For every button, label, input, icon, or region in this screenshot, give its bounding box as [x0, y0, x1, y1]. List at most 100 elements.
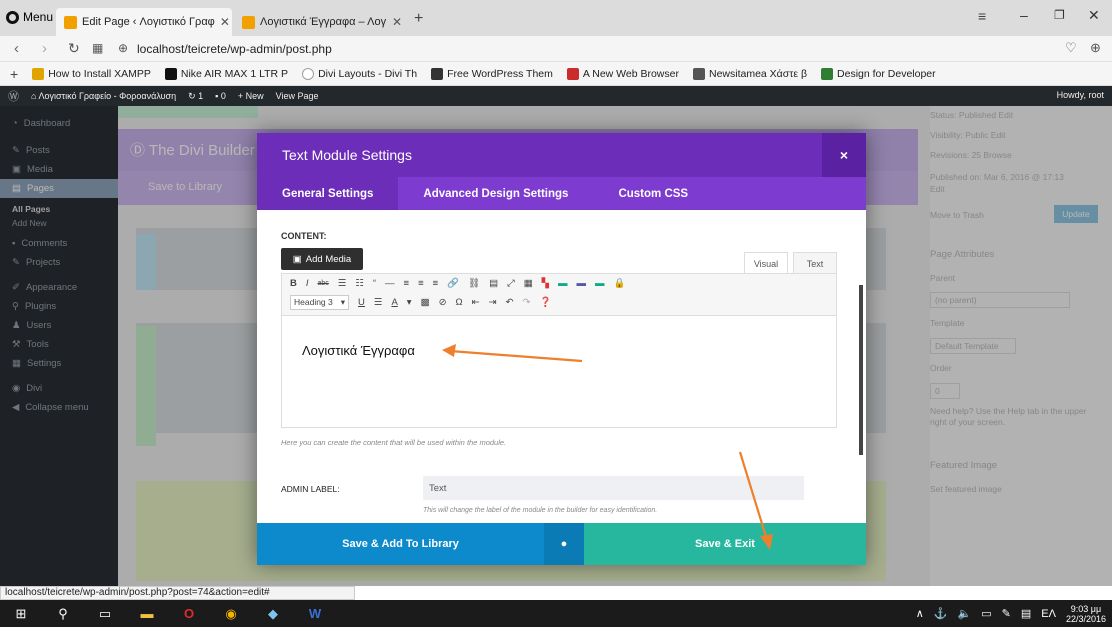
wordpress-logo-icon[interactable]: Ⓦ [8, 88, 19, 104]
redo-icon[interactable]: ↷ [523, 297, 531, 308]
bookmark-item[interactable]: Free WordPress Them [431, 67, 553, 80]
network-icon[interactable]: ⚓ [934, 607, 948, 620]
italic-icon[interactable]: I [306, 278, 309, 289]
published-edit-link[interactable]: Edit [930, 184, 945, 194]
menu-appearance[interactable]: ✐ Appearance [0, 278, 118, 297]
new-content-link[interactable]: + New [238, 91, 264, 101]
special-char-icon[interactable]: Ω [456, 297, 463, 308]
menu-pages[interactable]: ▤ Pages [0, 179, 118, 198]
format-select[interactable]: Heading 3 ▾ [290, 295, 350, 310]
set-featured-image-link[interactable]: Set featured image [930, 484, 1002, 494]
box-icon[interactable]: ▬ [595, 278, 605, 289]
layout-icon[interactable]: ▬ [558, 278, 568, 289]
close-tab-icon[interactable]: ✕ [220, 15, 230, 29]
menu-media[interactable]: ▣ Media [0, 160, 118, 179]
clock[interactable]: 9:03 μμ 22/3/2016 [1066, 604, 1106, 624]
modal-scrollbar[interactable] [859, 285, 863, 455]
visual-editor-tab[interactable]: Visual [744, 252, 788, 274]
close-window-button[interactable]: ✕ [1088, 7, 1100, 24]
bookmark-item[interactable]: A New Web Browser [566, 67, 679, 80]
speed-dial-icon[interactable]: ▦ [92, 41, 103, 55]
tab-edit-page[interactable]: Edit Page ‹ Λογιστικό Γραφ ✕ [56, 8, 232, 36]
menu-comments[interactable]: ▪ Comments [0, 234, 118, 253]
add-bookmark-icon[interactable]: + [10, 66, 18, 82]
view-page-link[interactable]: View Page [276, 91, 319, 101]
outdent-icon[interactable]: ⇤ [472, 297, 480, 308]
download-icon[interactable]: ⊕ [1090, 40, 1101, 56]
template-select[interactable]: Default Template [930, 338, 1016, 354]
language-indicator[interactable]: ΕΛ [1041, 608, 1056, 620]
howdy-user[interactable]: Howdy, root [1057, 90, 1104, 100]
shortcode-icon[interactable]: ▚ [542, 278, 549, 289]
tab-advanced-design-settings[interactable]: Advanced Design Settings [398, 177, 593, 210]
show-hidden-icon[interactable]: ∧ [916, 607, 924, 620]
align-right-icon[interactable]: ≡ [433, 278, 439, 289]
menu-tools[interactable]: ⚒ Tools [0, 335, 118, 354]
content-editor[interactable]: Λογιστικά Έγγραφα [281, 315, 837, 428]
task-view-icon[interactable]: ▭ [84, 600, 126, 627]
insert-more-icon[interactable]: ▤ [489, 278, 498, 289]
url-field[interactable]: localhost/teicrete/wp-admin/post.php [137, 42, 332, 56]
menu-projects[interactable]: ✎ Projects [0, 253, 118, 272]
horizontal-rule-icon[interactable]: — [385, 278, 395, 289]
menu-plugins[interactable]: ⚲ Plugins [0, 297, 118, 316]
menu-posts[interactable]: ✎ Posts [0, 141, 118, 160]
numbered-list-icon[interactable]: ☷ [355, 278, 364, 289]
bookmark-item[interactable]: Nike AIR MAX 1 LTR P [164, 67, 288, 80]
indent-icon[interactable]: ⇥ [489, 297, 497, 308]
blockquote-icon[interactable]: “ [373, 278, 376, 289]
align-center-icon[interactable]: ≡ [418, 278, 424, 289]
update-button[interactable]: Update [1054, 205, 1098, 223]
updates-link[interactable]: ↻ 1 [188, 91, 203, 102]
help-icon[interactable]: ❓ [540, 297, 552, 308]
collapse-menu[interactable]: ◀ Collapse menu [0, 398, 118, 417]
bookmark-item[interactable]: Divi Layouts - Divi Th [302, 67, 417, 80]
add-media-button[interactable]: ▣ Add Media [281, 248, 363, 270]
back-icon[interactable]: ‹ [14, 40, 19, 57]
tab-page-preview[interactable]: Λογιστικά Έγγραφα – Λογ ✕ [234, 8, 410, 36]
bold-icon[interactable]: B [290, 278, 297, 289]
order-input[interactable]: 0 [930, 383, 960, 399]
move-to-trash-link[interactable]: Move to Trash [930, 210, 984, 220]
menu-divi[interactable]: ◉ Divi [0, 379, 118, 398]
dropdown-icon[interactable]: ▾ [407, 297, 412, 308]
underline-icon[interactable]: U [358, 297, 365, 308]
fullscreen-icon[interactable]: ⤢ [507, 278, 515, 289]
reload-icon[interactable]: ↻ [68, 40, 80, 57]
bookmark-item[interactable]: Newsitamea Χάστε β [692, 67, 807, 80]
site-name-link[interactable]: ⌂ Λογιστικό Γραφείο - Φοροανάλυση [31, 91, 176, 101]
bookmark-item[interactable]: Design for Developer [821, 67, 936, 80]
menu-users[interactable]: ♟ Users [0, 316, 118, 335]
clear-format-icon[interactable]: ⊘ [439, 297, 447, 308]
save-add-to-library-button[interactable]: Save & Add To Library [257, 523, 544, 565]
undo-icon[interactable]: ↶ [506, 297, 514, 308]
notifications-icon[interactable]: ▤ [1021, 607, 1031, 620]
menu-settings[interactable]: ▦ Settings [0, 354, 118, 373]
comments-link[interactable]: ▪ 0 [215, 91, 226, 101]
opera-menu-button[interactable]: Menu [6, 10, 53, 24]
forward-icon[interactable]: › [42, 40, 47, 57]
parent-select[interactable]: (no parent) [930, 292, 1070, 308]
insert-link-icon[interactable]: 🔗 [447, 278, 459, 289]
editor-content[interactable]: Λογιστικά Έγγραφα [302, 343, 415, 358]
align-left-icon[interactable]: ≡ [404, 278, 410, 289]
app-taskbar-icon[interactable]: ◆ [252, 600, 294, 627]
new-tab-button[interactable]: + [414, 10, 423, 28]
search-icon[interactable]: ⚲ [42, 600, 84, 627]
chrome-taskbar-icon[interactable]: ◉ [210, 600, 252, 627]
tab-custom-css[interactable]: Custom CSS [593, 177, 713, 210]
columns-icon[interactable]: ▬ [576, 278, 586, 289]
lock-icon[interactable]: 🔒 [613, 278, 625, 289]
bullet-list-icon[interactable]: ☰ [338, 278, 347, 289]
unlink-icon[interactable]: ⛓ [468, 278, 480, 289]
file-explorer-icon[interactable]: ▬ [126, 600, 168, 627]
submenu-add-new[interactable]: Add New [0, 216, 118, 230]
tab-general-settings[interactable]: General Settings [257, 177, 399, 210]
save-exit-button[interactable]: Save & Exit [584, 523, 866, 565]
menu-dashboard[interactable]: ◔ Dashboard [0, 114, 118, 133]
tab-menu-icon[interactable]: ≡ [978, 8, 986, 24]
minimize-button[interactable]: – [1020, 7, 1028, 23]
bookmark-item[interactable]: How to Install XAMPP [32, 67, 151, 80]
toolbar-toggle-icon[interactable]: ▦ [524, 278, 533, 289]
justify-icon[interactable]: ☰ [374, 297, 383, 308]
